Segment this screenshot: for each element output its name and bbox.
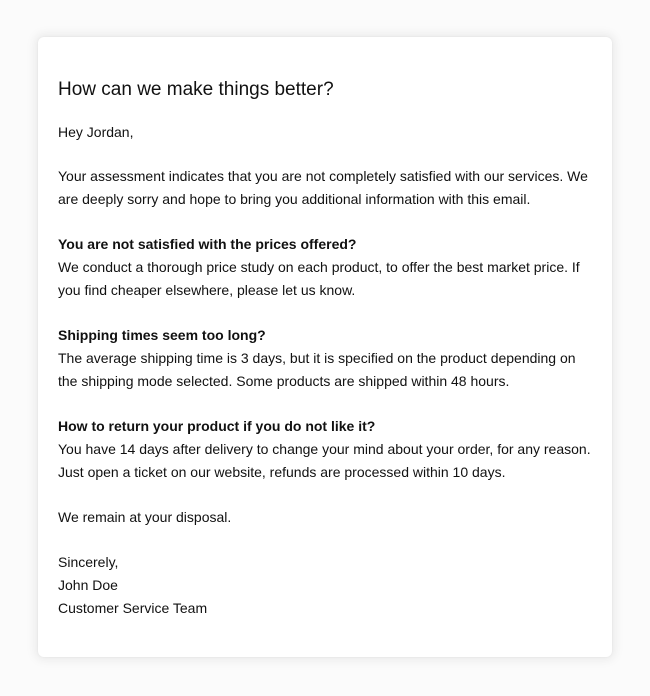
email-body: How can we make things better? Hey Jorda… (58, 77, 598, 620)
faq-body-prices: We conduct a thorough price study on eac… (58, 259, 580, 298)
faq-heading-prices: You are not satisfied with the prices of… (58, 236, 357, 252)
email-subject: How can we make things better? (58, 79, 334, 100)
faq-section-returns: How to return your product if you do not… (58, 415, 598, 484)
email-intro: Your assessment indicates that you are n… (58, 168, 588, 207)
email-greeting: Hey Jordan, (58, 124, 134, 140)
faq-section-prices: You are not satisfied with the prices of… (58, 233, 598, 302)
email-card: How can we make things better? Hey Jorda… (38, 37, 612, 657)
signature-team: Customer Service Team (58, 600, 208, 616)
faq-heading-shipping: Shipping times seem too long? (58, 327, 266, 343)
faq-section-shipping: Shipping times seem too long? The averag… (58, 324, 598, 393)
email-signature: Sincerely, John Doe Customer Service Tea… (58, 551, 598, 620)
faq-body-shipping: The average shipping time is 3 days, but… (58, 350, 576, 389)
faq-heading-returns: How to return your product if you do not… (58, 418, 376, 434)
faq-body-returns: You have 14 days after delivery to chang… (58, 441, 591, 480)
signature-signoff: Sincerely, (58, 554, 119, 570)
signature-name: John Doe (58, 577, 118, 593)
closing-note: We remain at your disposal. (58, 509, 232, 525)
